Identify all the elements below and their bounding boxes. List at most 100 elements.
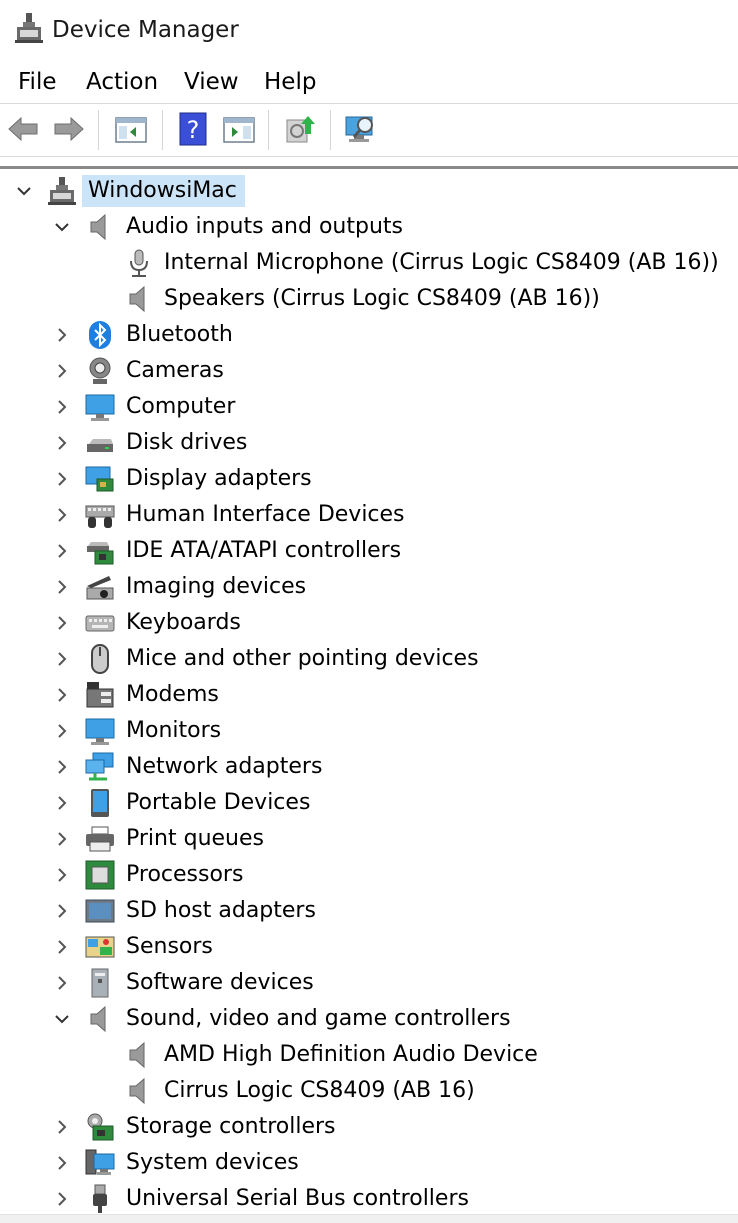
- chevron-right-icon[interactable]: [54, 1191, 70, 1207]
- chevron-right-icon[interactable]: [54, 507, 70, 523]
- category-label[interactable]: Human Interface Devices: [126, 499, 405, 531]
- category-label[interactable]: Computer: [126, 391, 235, 423]
- tree-category[interactable]: Audio inputs and outputs: [0, 209, 738, 245]
- chevron-right-icon[interactable]: [54, 687, 70, 703]
- forward-icon[interactable]: [52, 112, 86, 146]
- device-tree[interactable]: WindowsiMac Audio inputs and outputs Int…: [0, 166, 738, 1215]
- tree-category[interactable]: Portable Devices: [0, 785, 738, 821]
- chevron-down-icon[interactable]: [54, 1011, 70, 1027]
- category-label[interactable]: Modems: [126, 679, 219, 711]
- tree-category[interactable]: Print queues: [0, 821, 738, 857]
- chevron-right-icon[interactable]: [54, 723, 70, 739]
- tree-device[interactable]: Speakers (Cirrus Logic CS8409 (AB 16)): [0, 281, 738, 317]
- tree-category[interactable]: Imaging devices: [0, 569, 738, 605]
- chevron-right-icon[interactable]: [54, 795, 70, 811]
- tree-category[interactable]: Storage controllers: [0, 1109, 738, 1145]
- chevron-right-icon[interactable]: [54, 471, 70, 487]
- device-label[interactable]: Cirrus Logic CS8409 (AB 16): [164, 1075, 475, 1107]
- camera-icon: [89, 357, 111, 384]
- tree-root[interactable]: WindowsiMac: [0, 173, 738, 209]
- device-label[interactable]: AMD High Definition Audio Device: [164, 1039, 538, 1071]
- tree-category[interactable]: SD host adapters: [0, 893, 738, 929]
- scan-hardware-icon[interactable]: [344, 112, 378, 146]
- category-label[interactable]: IDE ATA/ATAPI controllers: [126, 535, 401, 567]
- category-label[interactable]: Sensors: [126, 931, 213, 963]
- category-label[interactable]: Monitors: [126, 715, 221, 747]
- tree-device[interactable]: Cirrus Logic CS8409 (AB 16): [0, 1073, 738, 1109]
- category-label[interactable]: Display adapters: [126, 463, 312, 495]
- category-label[interactable]: Cameras: [126, 355, 224, 387]
- tree-category[interactable]: Bluetooth: [0, 317, 738, 353]
- category-label[interactable]: Disk drives: [126, 427, 247, 459]
- tree-category[interactable]: Human Interface Devices: [0, 497, 738, 533]
- tree-category[interactable]: Mice and other pointing devices: [0, 641, 738, 677]
- tree-category[interactable]: Universal Serial Bus controllers: [0, 1181, 738, 1215]
- back-icon[interactable]: [6, 112, 40, 146]
- chevron-right-icon[interactable]: [54, 363, 70, 379]
- tree-category[interactable]: Keyboards: [0, 605, 738, 641]
- device-label[interactable]: Speakers (Cirrus Logic CS8409 (AB 16)): [164, 283, 600, 315]
- chevron-right-icon[interactable]: [54, 399, 70, 415]
- tree-device[interactable]: Internal Microphone (Cirrus Logic CS8409…: [0, 245, 738, 281]
- tree-category[interactable]: System devices: [0, 1145, 738, 1181]
- category-label[interactable]: Portable Devices: [126, 787, 310, 819]
- category-label[interactable]: Imaging devices: [126, 571, 306, 603]
- tree-category[interactable]: IDE ATA/ATAPI controllers: [0, 533, 738, 569]
- menu-file[interactable]: File: [18, 67, 57, 97]
- storage-controller-icon: [87, 1113, 114, 1141]
- tree-category[interactable]: Sensors: [0, 929, 738, 965]
- tree-category[interactable]: Sound, video and game controllers: [0, 1001, 738, 1037]
- chevron-down-icon[interactable]: [54, 219, 70, 235]
- keyboard-icon: [85, 615, 115, 632]
- category-label[interactable]: Universal Serial Bus controllers: [126, 1183, 469, 1215]
- menu-help[interactable]: Help: [264, 67, 316, 97]
- chevron-down-icon[interactable]: [16, 183, 32, 199]
- device-label[interactable]: Internal Microphone (Cirrus Logic CS8409…: [164, 247, 719, 279]
- category-label[interactable]: Processors: [126, 859, 243, 891]
- category-label[interactable]: Network adapters: [126, 751, 322, 783]
- chevron-right-icon[interactable]: [54, 435, 70, 451]
- chevron-right-icon[interactable]: [54, 579, 70, 595]
- category-label[interactable]: Keyboards: [126, 607, 241, 639]
- tree-category[interactable]: Monitors: [0, 713, 738, 749]
- tree-category[interactable]: Computer: [0, 389, 738, 425]
- tree-category[interactable]: Modems: [0, 677, 738, 713]
- category-label[interactable]: Storage controllers: [126, 1111, 335, 1143]
- category-label[interactable]: Bluetooth: [126, 319, 233, 351]
- tree-category[interactable]: Network adapters: [0, 749, 738, 785]
- category-label[interactable]: Mice and other pointing devices: [126, 643, 479, 675]
- category-label[interactable]: Print queues: [126, 823, 264, 855]
- category-label[interactable]: Audio inputs and outputs: [126, 211, 403, 243]
- tree-device[interactable]: AMD High Definition Audio Device: [0, 1037, 738, 1073]
- chevron-right-icon[interactable]: [54, 1155, 70, 1171]
- update-driver-icon[interactable]: [284, 112, 318, 146]
- chevron-right-icon[interactable]: [54, 1119, 70, 1135]
- chevron-right-icon[interactable]: [54, 327, 70, 343]
- tree-category[interactable]: Cameras: [0, 353, 738, 389]
- tree-category[interactable]: Software devices: [0, 965, 738, 1001]
- properties-pane-icon[interactable]: [114, 112, 148, 146]
- help-icon[interactable]: ?: [176, 112, 210, 146]
- chevron-right-icon[interactable]: [54, 651, 70, 667]
- chevron-right-icon[interactable]: [54, 543, 70, 559]
- chevron-right-icon[interactable]: [54, 903, 70, 919]
- chevron-right-icon[interactable]: [54, 831, 70, 847]
- chevron-right-icon[interactable]: [54, 975, 70, 991]
- chevron-right-icon[interactable]: [54, 939, 70, 955]
- category-label[interactable]: SD host adapters: [126, 895, 316, 927]
- category-label[interactable]: System devices: [126, 1147, 299, 1179]
- tree-category[interactable]: Disk drives: [0, 425, 738, 461]
- chevron-right-icon[interactable]: [54, 759, 70, 775]
- chevron-right-icon[interactable]: [54, 615, 70, 631]
- tree-category[interactable]: Display adapters: [0, 461, 738, 497]
- menu-view[interactable]: View: [184, 67, 239, 97]
- usb-icon: [93, 1184, 107, 1213]
- chevron-right-icon[interactable]: [54, 867, 70, 883]
- menu-action[interactable]: Action: [86, 67, 158, 97]
- category-label[interactable]: Sound, video and game controllers: [126, 1003, 511, 1035]
- tree-root-label[interactable]: WindowsiMac: [82, 175, 245, 207]
- tree-category[interactable]: Processors: [0, 857, 738, 893]
- category-label[interactable]: Software devices: [126, 967, 314, 999]
- portable-device-icon: [91, 789, 109, 817]
- action-pane-icon[interactable]: [222, 112, 256, 146]
